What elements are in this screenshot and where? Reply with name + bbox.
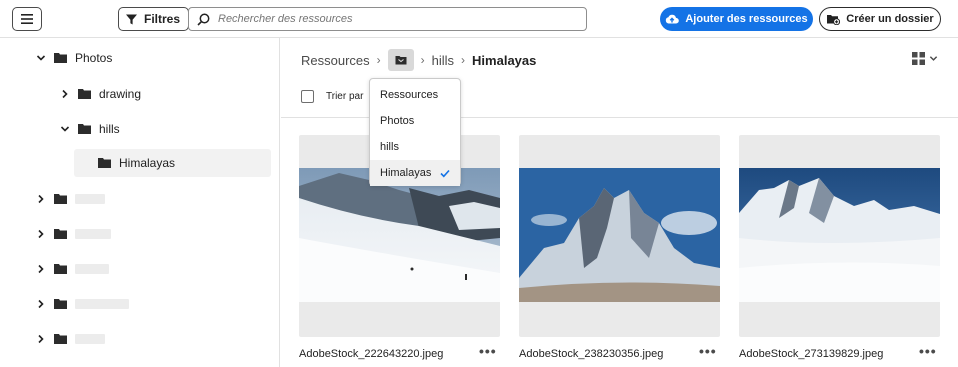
create-folder-label: Créer un dossier [846, 13, 934, 25]
loading-placeholder [75, 194, 105, 204]
asset-name[interactable]: AdobeStock_222643220.jpeg [299, 348, 443, 360]
folder-icon [54, 229, 67, 239]
chevron-right-icon[interactable] [36, 194, 46, 204]
tree-item-hills[interactable]: hills [60, 115, 120, 143]
chevron-right-icon[interactable] [36, 229, 46, 239]
folder-icon [54, 53, 67, 63]
filter-icon [126, 14, 137, 24]
folder-open-icon [395, 56, 407, 65]
chevron-down-icon[interactable] [36, 53, 46, 63]
breadcrumb-folder-menu-button[interactable] [387, 49, 414, 71]
menu-item-label: Himalayas [380, 167, 432, 179]
folder-icon [54, 299, 67, 309]
chevron-right-icon[interactable] [60, 89, 70, 99]
add-assets-button[interactable]: Ajouter des ressources [660, 7, 813, 31]
loading-placeholder [75, 264, 109, 274]
sort-bar: Trier par N [301, 90, 377, 103]
asset-name[interactable]: AdobeStock_238230356.jpeg [519, 348, 663, 360]
folder-icon [78, 89, 91, 99]
tree-item-placeholder[interactable] [36, 185, 105, 213]
tree-item-placeholder[interactable] [36, 255, 109, 283]
loading-placeholder [75, 334, 105, 344]
menu-item-himalayas[interactable]: Himalayas [370, 160, 460, 186]
menu-item-photos[interactable]: Photos [370, 108, 460, 134]
menu-item-hills[interactable]: hills [370, 134, 460, 160]
view-toggle-button[interactable] [912, 52, 938, 65]
add-assets-label: Ajouter des ressources [685, 13, 808, 25]
tree-item-photos[interactable]: Photos [36, 44, 112, 72]
loading-placeholder [75, 299, 129, 309]
search-input[interactable] [218, 13, 578, 25]
folder-icon [54, 194, 67, 204]
breadcrumb-root[interactable]: Ressources [301, 53, 370, 68]
asset-thumbnail [519, 168, 720, 302]
chevron-right-icon[interactable] [36, 299, 46, 309]
tree-item-placeholder[interactable] [36, 290, 129, 318]
chevron-right-icon: › [376, 53, 381, 67]
asset-name[interactable]: AdobeStock_273139829.jpeg [739, 348, 883, 360]
menu-button[interactable] [12, 7, 42, 31]
hamburger-icon [21, 14, 33, 24]
chevron-down-icon [929, 56, 938, 61]
tree-item-drawing[interactable]: drawing [60, 80, 141, 108]
breadcrumb-hills[interactable]: hills [432, 53, 454, 68]
checkmark-icon [440, 169, 450, 177]
create-folder-button[interactable]: Créer un dossier [819, 7, 941, 31]
more-options-icon[interactable]: ••• [479, 343, 497, 359]
folder-icon [54, 264, 67, 274]
tree-item-label: Photos [75, 51, 113, 65]
folder-icon [78, 124, 91, 134]
cloud-upload-icon [666, 14, 680, 24]
breadcrumb: Ressources › › hills › Himalayas [301, 49, 536, 71]
chevron-right-icon: › [420, 53, 425, 67]
tree-item-placeholder[interactable] [36, 220, 111, 248]
sort-label: Trier par [326, 91, 364, 102]
menu-item-label: Ressources [380, 89, 439, 101]
menu-item-label: hills [380, 141, 399, 153]
chevron-right-icon[interactable] [36, 264, 46, 274]
menu-item-label: Photos [380, 115, 415, 127]
asset-thumbnail [299, 168, 500, 302]
filters-button[interactable]: Filtres [118, 7, 190, 31]
asset-thumbnail [739, 168, 940, 302]
chevron-right-icon: › [461, 53, 466, 67]
more-options-icon[interactable]: ••• [699, 343, 717, 359]
grid-view-icon [912, 52, 925, 65]
search-icon [197, 13, 210, 26]
breadcrumb-current: Himalayas [472, 52, 537, 68]
chevron-right-icon[interactable] [36, 334, 46, 344]
more-options-icon[interactable]: ••• [919, 343, 937, 359]
tree-item-placeholder[interactable] [36, 325, 105, 353]
tree-item-label: Himalayas [119, 156, 176, 170]
tree-item-himalayas[interactable]: Himalayas [74, 149, 271, 177]
asset-card[interactable] [519, 135, 720, 337]
filters-label: Filtres [144, 12, 181, 26]
asset-card[interactable] [739, 135, 940, 337]
tree-item-label: drawing [99, 87, 142, 101]
folder-icon [54, 334, 67, 344]
menu-item-ressources[interactable]: Ressources [370, 82, 460, 108]
search-field[interactable] [188, 7, 587, 31]
folder-icon [98, 158, 111, 168]
tree-item-label: hills [99, 122, 120, 136]
loading-placeholder [75, 229, 111, 239]
top-toolbar: Filtres Ajouter des ressources Créer un … [0, 0, 958, 38]
select-all-checkbox[interactable] [301, 90, 314, 103]
folder-add-icon [827, 15, 841, 25]
chevron-down-icon[interactable] [60, 124, 70, 134]
breadcrumb-dropdown-menu: Ressources Photos hills Himalayas [369, 78, 461, 186]
folder-tree: Photos drawing hills Himalayas [0, 38, 280, 367]
